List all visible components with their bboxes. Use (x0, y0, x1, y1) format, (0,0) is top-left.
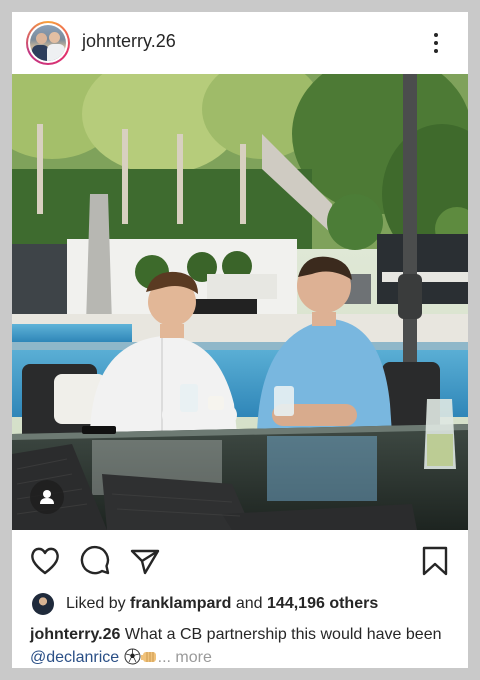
caption-mention[interactable]: @declanrice (30, 649, 119, 666)
more-vertical-icon[interactable] (426, 30, 446, 56)
liked-by-prefix: Liked by (66, 595, 126, 612)
fist-bump-icon (140, 648, 158, 665)
instagram-post-card: johnterry.26 Liked by franklampard and 1… (12, 12, 468, 668)
profile-avatar[interactable] (26, 21, 70, 65)
likes-summary: Liked by franklampard and 144,196 others (12, 590, 468, 618)
soccer-ball-icon (124, 648, 141, 665)
user-tag-icon[interactable] (30, 480, 64, 514)
heart-icon[interactable] (28, 544, 62, 578)
liker-avatar[interactable] (32, 593, 54, 615)
likes-count[interactable]: 144,196 others (267, 595, 378, 612)
send-icon[interactable] (128, 544, 162, 578)
liked-by-and: and (235, 595, 263, 612)
comment-icon[interactable] (78, 544, 112, 578)
likes-text: Liked by franklampard and 144,196 others (66, 595, 378, 613)
bookmark-icon[interactable] (418, 544, 452, 578)
liked-by-user[interactable]: franklampard (130, 595, 231, 612)
caption-text: What a CB partnership this would have be… (124, 626, 442, 643)
post-photo[interactable] (12, 74, 468, 530)
caption-more-link[interactable]: ... more (158, 649, 212, 666)
post-caption: johnterry.26 What a CB partnership this … (30, 623, 460, 668)
post-actions (12, 530, 468, 590)
photo-illustration (12, 74, 468, 530)
caption-username[interactable]: johnterry.26 (30, 626, 120, 643)
post-header: johnterry.26 (12, 12, 468, 74)
post-username[interactable]: johnterry.26 (82, 31, 176, 52)
